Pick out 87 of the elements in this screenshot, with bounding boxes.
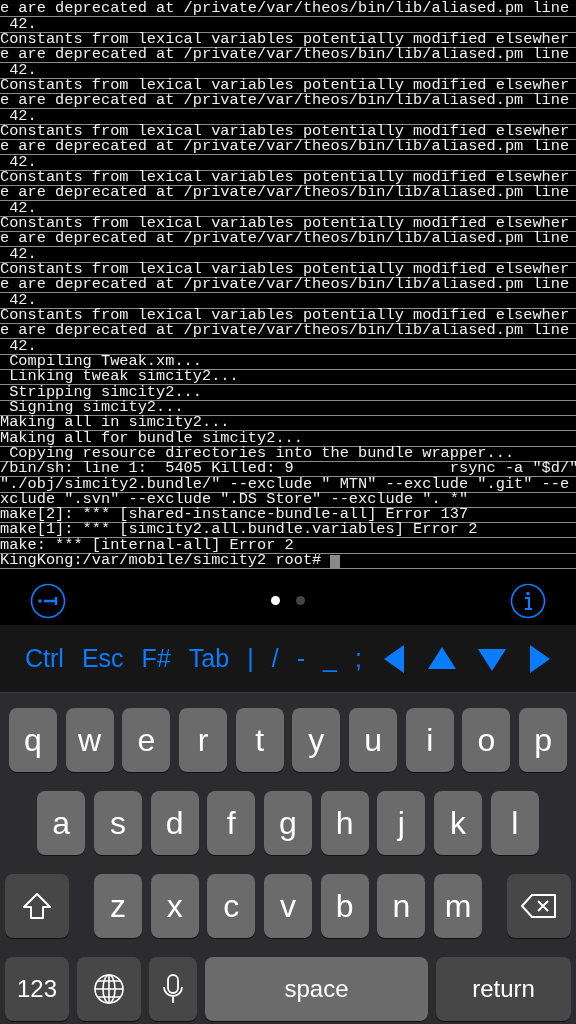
extra-key[interactable]: ;: [354, 646, 362, 671]
letter-key[interactable]: z: [93, 874, 142, 938]
letter-key[interactable]: x: [150, 874, 199, 938]
terminal-line: Linking tweak simcity2...: [8, 369, 239, 385]
backspace-key[interactable]: [507, 874, 571, 938]
letter-key[interactable]: n: [377, 874, 426, 938]
terminal-line: Making all for bundle simcity2...: [0, 430, 303, 446]
extra-key[interactable]: _: [322, 646, 337, 671]
letter-key[interactable]: c: [207, 874, 256, 938]
terminal-line: e are deprecated at /private/var/theos/bin/lib/aliased.pm line: [0, 323, 570, 339]
terminal-line: e are deprecated at /private/var/theos/bin/lib/aliased.pm line: [0, 47, 570, 63]
letter-key[interactable]: b: [320, 874, 369, 938]
letter-key[interactable]: r: [178, 708, 227, 772]
extra-key[interactable]: |: [247, 646, 254, 671]
letter-key[interactable]: e: [122, 708, 171, 772]
letter-key[interactable]: m: [434, 874, 483, 938]
letter-key[interactable]: p: [519, 708, 568, 772]
cursor-icon: [30, 582, 66, 619]
microphone-icon: [162, 973, 184, 1005]
terminal-line: 42.: [8, 246, 37, 262]
terminal-line: Constants from lexical variables potentially modified elsewher: [0, 215, 570, 231]
terminal-line: 42.: [8, 292, 37, 308]
terminal-line: KingKong:/var/mobile/simcity2 root#: [0, 553, 323, 569]
terminal-line: e are deprecated at /private/var/theos/bin/lib/aliased.pm line: [0, 139, 570, 155]
letter-key[interactable]: w: [65, 708, 114, 772]
letter-key[interactable]: s: [93, 791, 142, 855]
letter-key[interactable]: j: [377, 791, 426, 855]
globe-icon: [93, 973, 125, 1005]
extra-key[interactable]: -: [296, 646, 305, 671]
terminal-line: Copying resource directories into the bundle wrapper...: [9, 445, 515, 461]
terminal-line: 42.: [8, 62, 37, 78]
terminal-line: 42.: [8, 200, 37, 216]
return-key[interactable]: return: [436, 957, 571, 1021]
terminal-line: Constants from lexical variables potentially modified elsewher: [0, 307, 570, 323]
extra-key[interactable]: Esc: [81, 646, 124, 671]
letter-key[interactable]: d: [150, 791, 199, 855]
extra-key[interactable]: Tab: [188, 646, 230, 671]
terminal-line: Stripping simcity2...: [8, 384, 202, 400]
terminal-line: Constants from lexical variables potentially modified elsewher: [0, 261, 570, 277]
extra-key[interactable]: F#: [141, 646, 171, 671]
terminal-line: e are deprecated at /private/var/theos/bin/lib/aliased.pm line: [0, 231, 570, 247]
info-icon: [510, 582, 546, 619]
terminal-line: Constants from lexical variables potentially modified elsewher: [0, 169, 570, 185]
terminal-line: Constants from lexical variables potentially modified elsewher: [0, 77, 570, 93]
letter-key[interactable]: l: [490, 791, 539, 855]
numbers-key[interactable]: 123: [5, 957, 69, 1021]
terminal-line: Constants from lexical variables potentially modified elsewher: [0, 32, 570, 47]
terminal-line: /bin/sh: line 1: 5405 Killed: 9 rsync -a "$d/": [0, 461, 576, 477]
terminal-line: e are deprecated at /private/var/theos/bin/lib/aliased.pm line: [0, 93, 570, 109]
letter-key[interactable]: k: [434, 791, 483, 855]
terminal-line: e are deprecated at /private/var/theos/bin/lib/aliased.pm line: [0, 1, 570, 17]
letter-key[interactable]: a: [37, 791, 86, 855]
letter-key[interactable]: h: [320, 791, 369, 855]
letter-key[interactable]: i: [405, 708, 454, 772]
shift-key[interactable]: [5, 874, 69, 938]
extra-key[interactable]: /: [271, 646, 279, 671]
shift-icon: [22, 892, 52, 920]
letter-key[interactable]: t: [235, 708, 284, 772]
letter-key[interactable]: q: [8, 708, 57, 772]
backspace-icon: [520, 893, 558, 919]
keyboard-toggle-button[interactable]: [30, 582, 66, 619]
terminal-line: make[2]: *** [shared-instance-bundle-all] Error 137: [0, 507, 469, 523]
letter-key[interactable]: f: [207, 791, 256, 855]
letter-key[interactable]: g: [264, 791, 312, 855]
terminal-line: Making all in simcity2...: [0, 415, 230, 431]
terminal-line: Constants from lexical variables potentially modified elsewher: [0, 123, 570, 139]
terminal-line: 42.: [8, 108, 37, 124]
terminal-line: 42.: [8, 16, 37, 32]
microphone-key[interactable]: [149, 957, 197, 1021]
terminal-line: e are deprecated at /private/var/theos/bin/lib/aliased.pm line: [0, 277, 570, 293]
terminal-line: 42.: [8, 154, 37, 170]
info-button[interactable]: [510, 582, 546, 619]
terminal-line: "./obj/simcity2.bundle/" --exclude " MTN" --exclude ".git" --e: [0, 476, 570, 492]
terminal-line: xclude ".svn" --exclude ".DS Store" --exclude ". *": [0, 491, 469, 507]
letter-key[interactable]: y: [292, 708, 341, 772]
letter-key[interactable]: u: [349, 708, 398, 772]
space-key[interactable]: space: [205, 957, 428, 1021]
letter-key[interactable]: o: [462, 708, 511, 772]
letter-key[interactable]: v: [264, 874, 312, 938]
globe-key[interactable]: [77, 957, 141, 1021]
extra-key[interactable]: Ctrl: [25, 646, 64, 671]
terminal-line: Signing simcity2...: [9, 399, 184, 415]
terminal-line: make: *** [internal-all] Error 2: [0, 537, 294, 553]
terminal-line: 42.: [8, 338, 37, 354]
terminal-line: e are deprecated at /private/var/theos/bin/lib/aliased.pm line: [0, 185, 570, 201]
terminal-line: make[1]: *** [simcity2.all.bundle.variables] Error 2: [0, 522, 478, 538]
terminal-line: Compiling Tweak.xm...: [8, 353, 202, 369]
